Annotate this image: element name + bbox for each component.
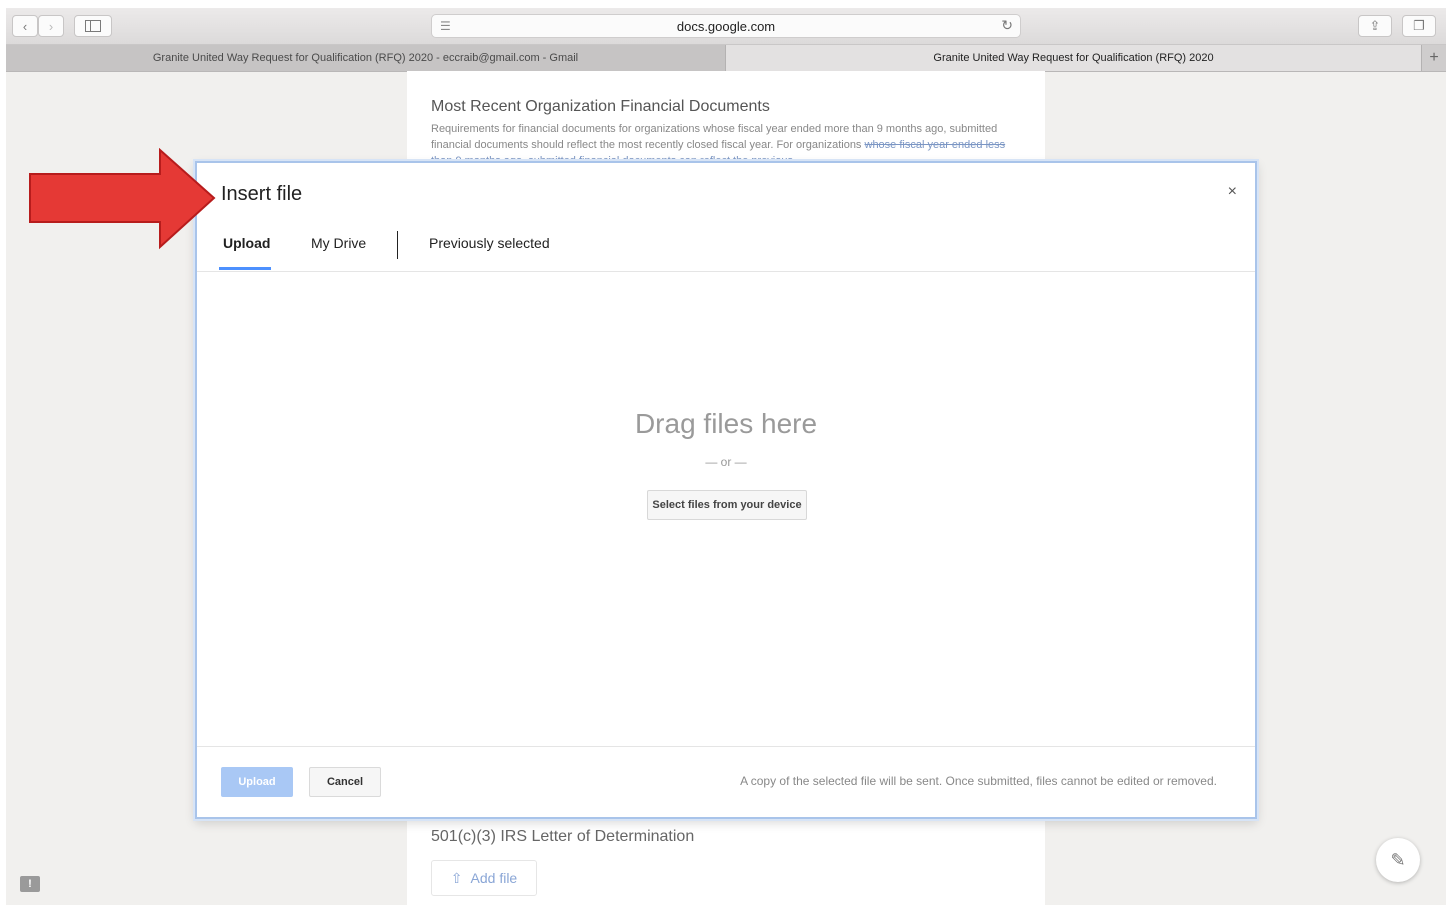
section-title: Most Recent Organization Financial Docum… (431, 98, 770, 115)
dialog-footer: Upload Cancel A copy of the selected fil… (197, 746, 1255, 818)
or-separator: — or — (705, 455, 747, 469)
dialog-tabs: Upload My Drive Previously selected (197, 225, 1255, 272)
cancel-button[interactable]: Cancel (309, 767, 381, 797)
tab-gmail[interactable]: Granite United Way Request for Qualifica… (6, 45, 726, 71)
footer-note: A copy of the selected file will be sent… (740, 774, 1217, 788)
close-icon[interactable]: × (1228, 183, 1237, 201)
share-icon[interactable]: ⇪ (1358, 15, 1392, 37)
browser-toolbar: ‹ › ☰ docs.google.com ↻ ⇪ ❐ (6, 8, 1446, 45)
red-arrow-annotation (29, 148, 216, 250)
upload-icon: ⇧ (450, 869, 463, 886)
feedback-icon[interactable]: ! (20, 876, 40, 892)
tab-previously-selected[interactable]: Previously selected (429, 235, 550, 251)
sidebar-icon[interactable] (74, 15, 112, 37)
reload-icon[interactable]: ↻ (1001, 17, 1013, 34)
tab-label: Granite United Way Request for Qualifica… (152, 52, 579, 64)
add-file-label: Add file (470, 870, 518, 886)
active-tab-indicator (219, 267, 271, 270)
pencil-icon: ✎ (1390, 849, 1406, 870)
upload-button[interactable]: Upload (221, 767, 293, 797)
browser-window: ‹ › ☰ docs.google.com ↻ ⇪ ❐ Granite Unit… (6, 8, 1446, 905)
new-tab-button[interactable]: + (1421, 45, 1446, 71)
tab-my-drive[interactable]: My Drive (311, 235, 366, 251)
tab-label: Granite United Way Request for Qualifica… (933, 52, 1214, 64)
edit-fab-button[interactable]: ✎ (1376, 838, 1420, 882)
url-text: docs.google.com (676, 19, 776, 34)
address-bar[interactable]: ☰ docs.google.com ↻ (431, 14, 1021, 38)
dialog-title: Insert file (221, 183, 303, 205)
tab-divider (397, 231, 398, 259)
tab-bar: Granite United Way Request for Qualifica… (6, 45, 1446, 72)
tab-upload[interactable]: Upload (223, 235, 270, 251)
select-files-button[interactable]: Select files from your device (647, 490, 807, 520)
drop-zone-text[interactable]: Drag files here (197, 408, 1255, 440)
add-file-button[interactable]: ⇧ Add file (431, 860, 537, 896)
forward-icon[interactable]: › (38, 15, 64, 37)
back-icon[interactable]: ‹ (12, 15, 38, 37)
tabs-overview-icon[interactable]: ❐ (1402, 15, 1436, 37)
question-title: 501(c)(3) IRS Letter of Determination (431, 828, 695, 845)
tab-docs-form[interactable]: Granite United Way Request for Qualifica… (726, 45, 1421, 71)
insert-file-dialog: Insert file × Upload My Drive Previously… (195, 161, 1257, 819)
